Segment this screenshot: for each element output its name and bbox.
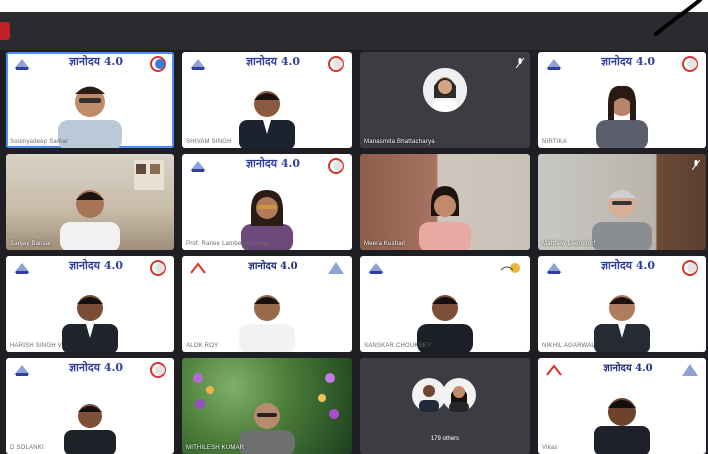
- recording-indicator: [0, 22, 10, 40]
- slide-title: ज्ञानोदय 4.0: [600, 259, 656, 272]
- slide-title: ज्ञानोदय 4.0: [248, 261, 298, 272]
- participant-video: [419, 186, 471, 250]
- slide-title: ज्ञानोदय 4.0: [600, 55, 656, 68]
- org-logo-icon: [546, 59, 562, 70]
- slide-title: ज्ञानोदय 4.0: [245, 55, 301, 68]
- partner-logo-icon: [682, 364, 698, 376]
- participant-video: [239, 91, 295, 148]
- participant-tile[interactable]: SANSKAR CHOUKSEY: [360, 256, 530, 352]
- shelf-decoration: [134, 160, 164, 190]
- participant-video: [239, 295, 295, 352]
- participant-video: [62, 295, 118, 352]
- participant-tile[interactable]: ज्ञानोदय 4.0 Prof. Ranee Lamberta Kamal: [182, 154, 352, 250]
- participant-name: Sanjay Bansal: [10, 241, 51, 247]
- participant-name: Manasmita Bhattacharya: [364, 139, 435, 145]
- participant-name: MITHILESH KUMAR: [186, 445, 245, 451]
- partner-logo-icon: [150, 260, 166, 276]
- participant-video: [596, 85, 648, 148]
- org-logo-icon: [14, 59, 30, 70]
- participant-video: [241, 190, 293, 250]
- participant-name: NIKHIL AGARWAL: [542, 343, 595, 349]
- participant-tile[interactable]: Sanjay Bansal: [6, 154, 174, 250]
- participant-name: D SOLANKI: [10, 445, 44, 451]
- participant-video: [594, 295, 650, 352]
- partner-logo-icon: [328, 262, 344, 274]
- slide-title: ज्ञानोदय 4.0: [68, 259, 124, 272]
- org-logo-icon: [14, 263, 30, 274]
- partner-logo-icon: [150, 56, 166, 72]
- participant-tile[interactable]: ज्ञानोदय 4.0 Soumyadeep Sarkar: [6, 52, 174, 148]
- slide-title: ज्ञानोदय 4.0: [68, 361, 124, 374]
- org-logo-icon: [546, 364, 562, 376]
- participant-tile[interactable]: MITHILESH KUMAR: [182, 358, 352, 454]
- participant-grid: ज्ञानोदय 4.0 Soumyadeep Sarkar ज्ञानोदय …: [6, 52, 706, 454]
- sun-logo-icon: [500, 263, 520, 273]
- participant-name: HARISH SINGH V: [10, 343, 62, 349]
- others-count: 179 others: [430, 436, 460, 442]
- participant-name: Soumyadeep Sarkar: [10, 139, 69, 145]
- partner-logo-icon: [150, 362, 166, 378]
- participant-name: Meera Kushari: [364, 241, 406, 247]
- org-logo-icon: [190, 161, 206, 172]
- partner-logo-icon: [682, 260, 698, 276]
- participant-tile[interactable]: ज्ञानोदय 4.0 ALOK ROY: [182, 256, 352, 352]
- participant-tile[interactable]: ज्ञानोदय 4.0 NIKHIL AGARWAL: [538, 256, 706, 352]
- top-band: [0, 0, 708, 12]
- participant-tile[interactable]: ज्ञानोदय 4.0 SHIVAM SINGH: [182, 52, 352, 148]
- others-tile[interactable]: 179 others: [360, 358, 530, 454]
- participant-name: ALOK ROY: [186, 343, 219, 349]
- annotation-stroke: [654, 0, 702, 36]
- org-logo-icon: [190, 59, 206, 70]
- participant-video: [64, 404, 116, 454]
- partner-logo-icon: [328, 158, 344, 174]
- participant-tile[interactable]: ज्ञानोदय 4.0 D SOLANKI: [6, 358, 174, 454]
- participant-video: [592, 190, 652, 250]
- org-logo-icon: [546, 263, 562, 274]
- mic-muted-icon: [692, 160, 700, 170]
- participant-name: Matthew Leerndorf: [542, 241, 596, 247]
- partner-logo-icon: [328, 56, 344, 72]
- others-avatars: [412, 378, 476, 412]
- participant-video: [58, 86, 122, 148]
- participant-video: [60, 190, 120, 250]
- slide-title: ज्ञानोदय 4.0: [603, 363, 653, 374]
- partner-logo-icon: [682, 56, 698, 72]
- participant-tile[interactable]: Matthew Leerndorf: [538, 154, 706, 250]
- meeting-header-bar: [0, 12, 708, 50]
- participant-tile[interactable]: Meera Kushari: [360, 154, 530, 250]
- participant-tile[interactable]: ज्ञानोदय 4.0 HARISH SINGH V: [6, 256, 174, 352]
- orchid-decoration: [318, 373, 339, 419]
- participant-name: SANSKAR CHOUKSEY: [364, 343, 432, 349]
- avatar: [423, 68, 467, 112]
- participant-name: SHIVAM SINGH: [186, 139, 232, 145]
- mic-muted-icon: [516, 58, 524, 68]
- participant-name: NIRTIKA: [542, 139, 567, 145]
- participant-tile[interactable]: ज्ञानोदय 4.0 NIRTIKA: [538, 52, 706, 148]
- orchid-decoration: [193, 373, 214, 409]
- slide-title: ज्ञानोदय 4.0: [245, 157, 301, 170]
- slide-title: ज्ञानोदय 4.0: [68, 55, 124, 68]
- participant-video: [239, 403, 295, 454]
- participant-tile[interactable]: ज्ञानोदय 4.0 Vikas: [538, 358, 706, 454]
- participant-video: [594, 398, 650, 454]
- participant-name: Prof. Ranee Lamberta Kamal: [186, 241, 269, 247]
- participant-name: Vikas: [542, 445, 558, 451]
- participant-tile[interactable]: Manasmita Bhattacharya: [360, 52, 530, 148]
- participant-video: [417, 295, 473, 352]
- org-logo-icon: [190, 262, 206, 274]
- org-logo-icon: [14, 365, 30, 376]
- org-logo-icon: [368, 263, 384, 274]
